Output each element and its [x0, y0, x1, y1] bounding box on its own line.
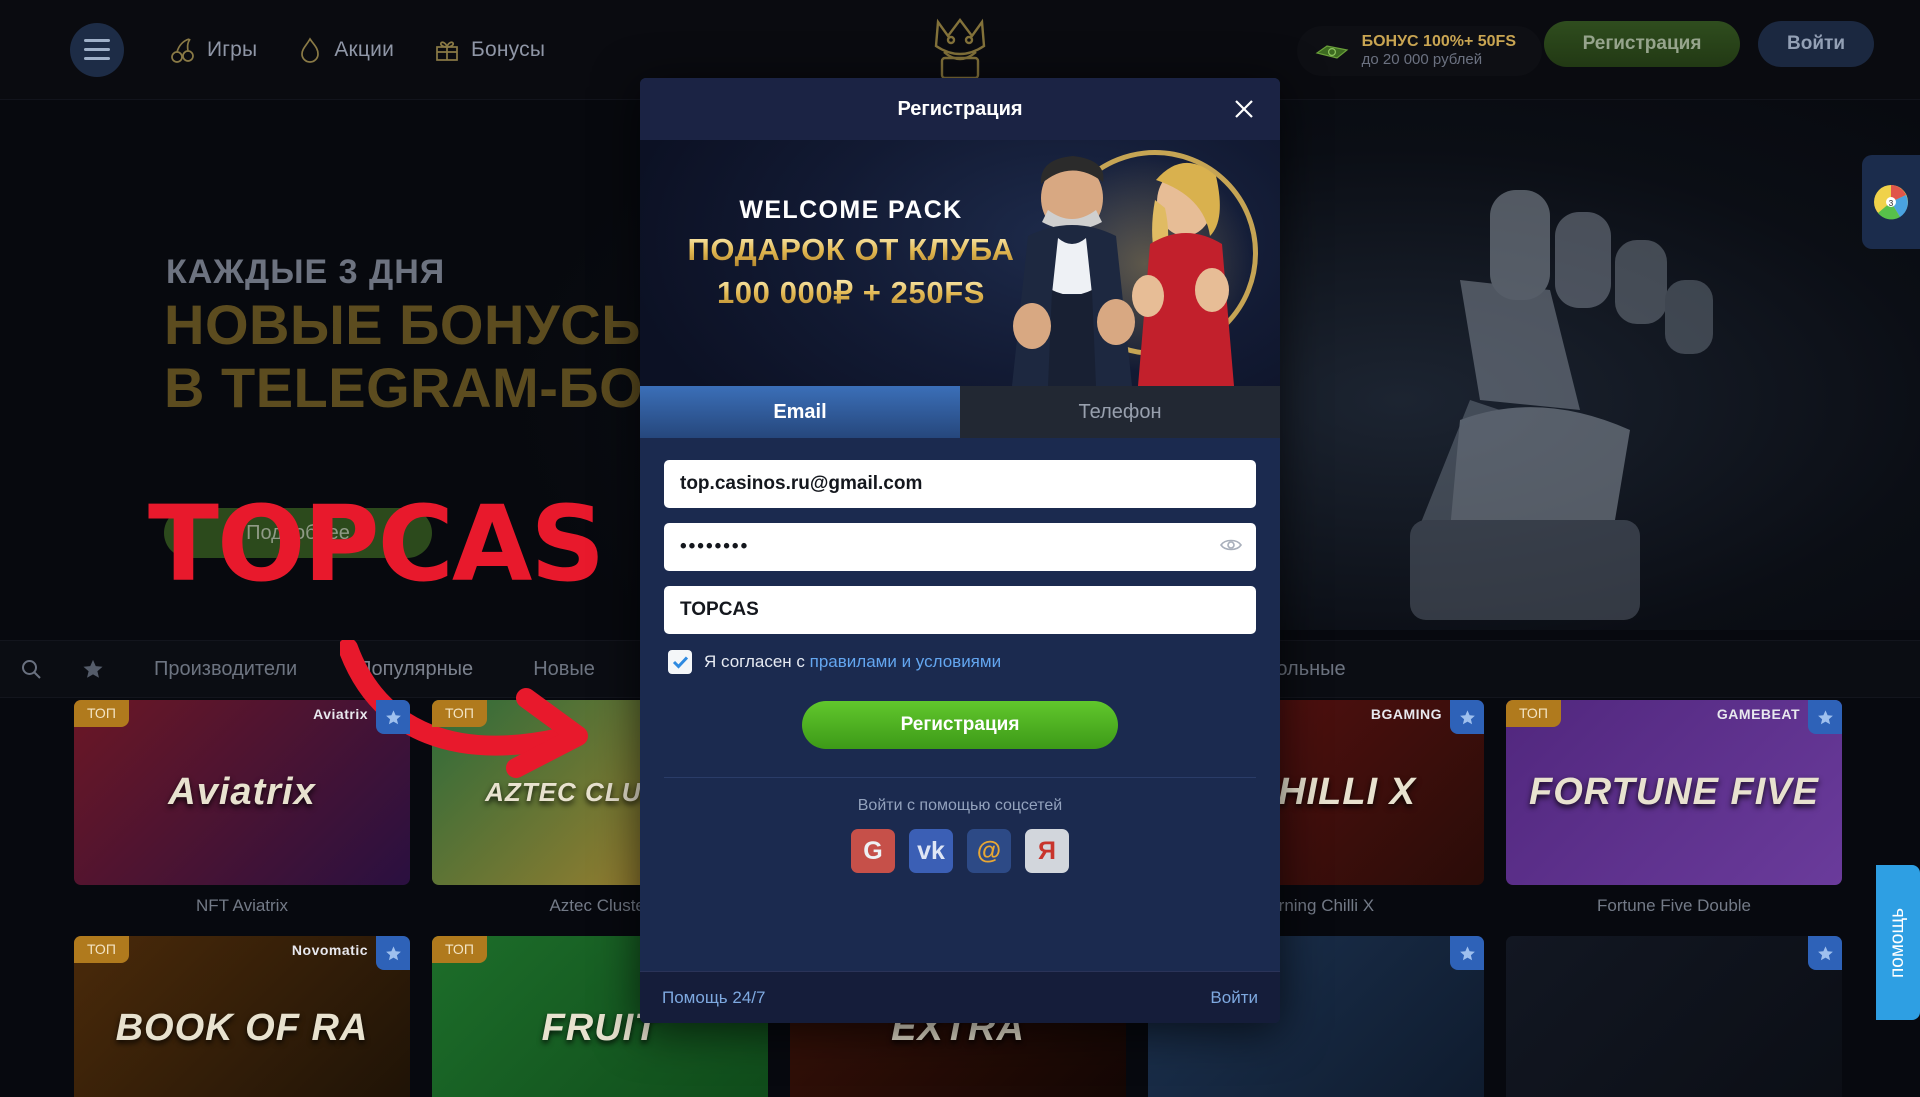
- favorite-star-icon[interactable]: [376, 936, 410, 970]
- game-badge: ТОП: [74, 936, 129, 963]
- header-register-button[interactable]: Регистрация: [1544, 21, 1740, 67]
- footer-login-link[interactable]: Войти: [1210, 988, 1258, 1008]
- password-field[interactable]: [664, 523, 1256, 571]
- favorite-star-icon[interactable]: [1808, 700, 1842, 734]
- game-title: NFT Aviatrix: [196, 896, 288, 915]
- promocode-field[interactable]: [664, 586, 1256, 634]
- game-badge: ТОП: [74, 700, 129, 727]
- bonus-pill-line-1: БОНУС 100%+ 50FS: [1361, 32, 1516, 50]
- email-field[interactable]: [664, 460, 1256, 508]
- watermark-text: TOPCAS: [148, 483, 605, 605]
- game-tile[interactable]: ТОПNovomaticBOOK OF RABook of Ra: [74, 936, 410, 1097]
- fortune-wheel-widget[interactable]: 3: [1862, 155, 1920, 249]
- svg-text:3: 3: [1889, 199, 1894, 208]
- game-artwork-title: Aviatrix: [168, 771, 316, 813]
- terms-link[interactable]: правилами и условиями: [810, 652, 1001, 671]
- game-provider-logo: Novomatic: [291, 942, 368, 958]
- menu-icon[interactable]: [70, 22, 124, 77]
- terms-label: Я согласен с правилами и условиями: [704, 652, 1001, 672]
- money-stack-icon: [1315, 45, 1348, 59]
- gift-icon: [436, 40, 458, 61]
- game-artwork: FORTUNE FIVE: [1506, 700, 1842, 885]
- close-icon[interactable]: [1228, 93, 1260, 125]
- fortune-wheel-icon: 3: [1874, 185, 1908, 220]
- terms-text: Я согласен с: [704, 652, 810, 671]
- social-login-row: G vk @ Я: [664, 815, 1256, 873]
- header-bonus-pill[interactable]: БОНУС 100%+ 50FS до 20 000 рублей: [1296, 26, 1542, 76]
- game-provider-logo: Aviatrix: [313, 706, 368, 722]
- hero-line-1: КАЖДЫЕ 3 ДНЯ: [166, 253, 446, 291]
- mailru-icon[interactable]: @: [967, 829, 1011, 873]
- game-title: Fortune Five Double: [1596, 896, 1752, 915]
- modal-title: Регистрация: [897, 97, 1023, 120]
- game-artwork-title: BOOK OF RA: [115, 1007, 369, 1049]
- game-badge: ТОП: [432, 936, 487, 963]
- favorite-star-icon[interactable]: [1450, 936, 1484, 970]
- banner-line-2: ПОДАРОК ОТ КЛУБА: [676, 232, 1026, 268]
- bonus-pill-line-2: до 20 000 рублей: [1361, 51, 1483, 69]
- registration-modal: Регистрация WELCOME PACK ПОДАРОК ОТ КЛУБ…: [640, 78, 1280, 1023]
- terms-checkbox[interactable]: [668, 650, 692, 674]
- header-nav-label-promos: Акции: [334, 37, 395, 61]
- vk-icon[interactable]: vk: [909, 829, 953, 873]
- eye-icon[interactable]: [1220, 537, 1242, 558]
- star-icon[interactable]: [62, 640, 124, 698]
- tab-email[interactable]: Email: [640, 386, 960, 438]
- game-tile[interactable]: [1506, 936, 1842, 1097]
- header-nav-label-games: Игры: [207, 37, 258, 61]
- email-input[interactable]: [664, 460, 1256, 508]
- promocode-input[interactable]: [664, 586, 1256, 634]
- hero-line-3: В TELEGRAM-БОТЕ: [164, 356, 716, 419]
- search-icon[interactable]: [0, 640, 62, 698]
- cat-item-0[interactable]: Производители: [124, 640, 327, 698]
- register-submit-button[interactable]: Регистрация: [802, 701, 1118, 749]
- game-artwork-title: FORTUNE FIVE: [1529, 771, 1819, 813]
- game-badge: ТОП: [1506, 700, 1561, 727]
- header-nav-label-bonuses: Бонусы: [471, 37, 546, 61]
- modal-footer: Помощь 24/7 Войти: [640, 971, 1280, 1023]
- modal-tabs: Email Телефон: [640, 386, 1280, 438]
- social-login-label: Войти с помощью соцсетей: [857, 797, 1063, 814]
- header-nav-item-bonuses[interactable]: Бонусы: [434, 36, 545, 64]
- google-icon[interactable]: G: [851, 829, 895, 873]
- header-nav-item-promos[interactable]: Акции: [297, 36, 394, 64]
- yandex-icon[interactable]: Я: [1025, 829, 1069, 873]
- favorite-star-icon[interactable]: [376, 700, 410, 734]
- cherry-icon: [171, 37, 194, 63]
- terms-agreement-row: Я согласен с правилами и условиями: [668, 650, 1256, 674]
- game-tile[interactable]: ТОП GAMEBEAT FORTUNE FIVE Fortune Five Doub…: [1506, 700, 1842, 916]
- header-login-button[interactable]: Войти: [1758, 21, 1874, 67]
- help-widget-label: помощь: [1887, 907, 1908, 978]
- game-thumbnail[interactable]: [1506, 936, 1842, 1097]
- game-provider-logo: BGAMING: [1370, 706, 1442, 722]
- modal-header: Регистрация: [640, 78, 1280, 140]
- game-thumbnail[interactable]: ТОП GAMEBEAT FORTUNE FIVE: [1506, 700, 1842, 885]
- help-link[interactable]: Помощь 24/7: [662, 988, 765, 1008]
- favorite-star-icon[interactable]: [1450, 700, 1484, 734]
- modal-promo-banner: WELCOME PACK ПОДАРОК ОТ КЛУБА 100 000₽ +…: [640, 140, 1280, 386]
- game-provider-logo: GAMEBEAT: [1716, 706, 1800, 722]
- screen: КАЖДЫЕ 3 ДНЯ НОВЫЕ БОНУСЫ В TELEGRAM-БОТ…: [0, 0, 1920, 1097]
- header-nav-item-games[interactable]: Игры: [170, 36, 257, 64]
- password-input[interactable]: [664, 523, 1256, 571]
- header-nav: Игры Акции Бонусы: [170, 36, 545, 64]
- flame-icon: [301, 36, 320, 63]
- game-thumbnail[interactable]: ТОП Novomatic BOOK OF RA: [74, 936, 410, 1097]
- game-badge: ТОП: [432, 700, 487, 727]
- help-widget[interactable]: помощь: [1876, 865, 1920, 1020]
- banner-line-3: 100 000₽ + 250FS: [676, 275, 1026, 311]
- banner-line-1: WELCOME PACK: [739, 196, 963, 224]
- check-icon: [672, 656, 688, 669]
- hero-line-2: НОВЫЕ БОНУСЫ: [164, 293, 657, 356]
- favorite-star-icon[interactable]: [1808, 936, 1842, 970]
- registration-form: Я согласен с правилами и условиями Регис…: [640, 438, 1280, 873]
- tab-phone[interactable]: Телефон: [960, 386, 1280, 438]
